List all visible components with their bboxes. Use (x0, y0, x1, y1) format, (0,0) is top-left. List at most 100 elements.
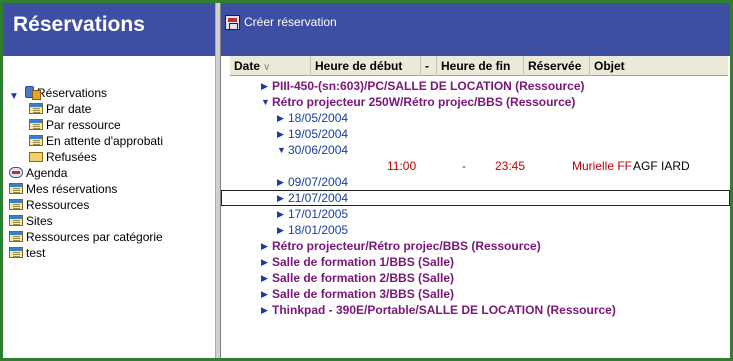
view-icon (9, 215, 23, 226)
agenda-icon (9, 167, 23, 178)
collapsed-triangle-icon[interactable]: ▶ (261, 270, 268, 286)
action-bar: Créer réservation (221, 3, 730, 56)
nav-item[interactable]: ▼ Réservations (3, 85, 215, 101)
date-group-row[interactable]: ▶ 17/01/2005 (221, 206, 730, 222)
nav-item-label: Mes réservations (26, 182, 118, 196)
date-group-label: 18/01/2005 (288, 223, 349, 237)
collapsed-triangle-icon[interactable]: ▶ (277, 174, 284, 190)
resource-category-row[interactable]: ▶ Salle de formation 3/BBS (Salle) (221, 286, 730, 302)
nav-item-label: Ressources par catégorie (26, 230, 163, 244)
app-title: Réservations (3, 3, 215, 56)
folder-icon (29, 152, 43, 162)
create-reservation-button[interactable]: Créer réservation (225, 12, 341, 32)
date-group-row[interactable]: ▶ 18/05/2004 (221, 110, 730, 126)
resource-category-label: PIII-450-(sn:603)/PC/SALLE DE LOCATION (… (272, 79, 585, 93)
column-header-start[interactable]: Heure de début (311, 56, 421, 76)
column-header-end[interactable]: Heure de fin (437, 56, 524, 76)
date-group-label: 19/05/2004 (288, 127, 349, 141)
column-header-end-label: Heure de fin (441, 59, 511, 73)
end-time-cell: 23:45 (495, 159, 526, 173)
collapsed-triangle-icon[interactable]: ▶ (261, 238, 268, 254)
app-window: Réservations ▼ Réservations Par date Par re… (0, 0, 733, 361)
navigator-pane: Réservations ▼ Réservations Par date Par re… (3, 3, 215, 358)
date-group-row[interactable]: ▶ 19/05/2004 (221, 126, 730, 142)
date-group-label: 21/07/2004 (288, 191, 349, 205)
nav-item[interactable]: Ressources par catégorie (3, 229, 215, 245)
view-icon (9, 199, 23, 210)
nav-item[interactable]: Mes réservations (3, 181, 215, 197)
expanded-triangle-icon[interactable]: ▼ (277, 142, 286, 158)
reserved-by-cell: Murielle FF (572, 159, 633, 173)
nav-item[interactable]: Par ressource (3, 117, 215, 133)
column-header-start-label: Heure de début (315, 59, 403, 73)
column-header-date[interactable]: Date ∨ (230, 56, 311, 76)
nav-item-label: En attente d'approbati (46, 134, 164, 148)
nav-item-label: Par ressource (46, 118, 121, 132)
nav-item[interactable]: Ressources (3, 197, 215, 213)
expanded-triangle-icon[interactable]: ▼ (9, 89, 19, 101)
column-header-object[interactable]: Objet (590, 56, 728, 76)
resource-category-label: Rétro projecteur/Rétro projec/BBS (Resso… (272, 239, 541, 253)
nav-item[interactable]: Agenda (3, 165, 215, 181)
nav-item-label: Par date (46, 102, 92, 116)
nav-item-label: Refusées (46, 150, 97, 164)
resource-category-row[interactable]: ▶ PIII-450-(sn:603)/PC/SALLE DE LOCATION … (221, 78, 730, 94)
resource-category-label: Rétro projecteur 250W/Rétro projec/BBS (… (272, 95, 576, 109)
resource-category-row[interactable]: ▶ Rétro projecteur/Rétro projec/BBS (Ress… (221, 238, 730, 254)
nav-item[interactable]: Par date (3, 101, 215, 117)
date-group-row[interactable]: ▼ 30/06/2004 (221, 142, 730, 158)
collapsed-triangle-icon[interactable]: ▶ (261, 302, 268, 318)
collapsed-triangle-icon[interactable]: ▶ (277, 222, 284, 238)
resource-category-row[interactable]: ▶ Salle de formation 2/BBS (Salle) (221, 270, 730, 286)
create-reservation-label: Créer réservation (244, 15, 337, 29)
nav-item-label: Sites (26, 214, 53, 228)
navigator-tree: ▼ Réservations Par date Par ressource En att… (3, 85, 215, 261)
date-group-row[interactable]: ▶ 09/07/2004 (221, 174, 730, 190)
column-header-date-label: Date (234, 59, 261, 73)
reservation-entry-row[interactable]: 11:00 - 23:45 Murielle FF AGF IARD (221, 158, 730, 174)
collapsed-triangle-icon[interactable]: ▶ (277, 126, 284, 142)
expanded-triangle-icon[interactable]: ▼ (261, 94, 270, 110)
date-group-label: 18/05/2004 (288, 111, 349, 125)
date-group-row[interactable]: ▶ 18/01/2005 (221, 222, 730, 238)
collapsed-triangle-icon[interactable]: ▶ (277, 206, 284, 222)
date-group-label: 30/06/2004 (288, 143, 349, 157)
collapsed-triangle-icon[interactable]: ▶ (261, 254, 268, 270)
view-icon (29, 103, 43, 114)
view-icon (29, 135, 43, 146)
nav-item[interactable]: En attente d'approbati (3, 133, 215, 149)
nav-item[interactable]: Sites (3, 213, 215, 229)
nav-item[interactable]: test (3, 245, 215, 261)
column-header-row: Date ∨ Heure de début - Heure de fin Rése… (230, 56, 728, 76)
nav-item[interactable]: Refusées (3, 149, 215, 165)
view-pane: Créer réservation Date ∨ Heure de début -… (221, 3, 730, 358)
date-group-label: 17/01/2005 (288, 207, 349, 221)
collapsed-triangle-icon[interactable]: ▶ (277, 190, 284, 206)
collapsed-triangle-icon[interactable]: ▶ (261, 78, 268, 94)
resource-category-label: Salle de formation 3/BBS (Salle) (272, 287, 455, 301)
date-group-row[interactable]: ▶ 21/07/2004 (221, 190, 730, 206)
column-header-dash-label: - (425, 59, 429, 73)
nav-item-label: Réservations (37, 86, 108, 100)
sort-down-icon: ∨ (263, 62, 271, 73)
column-header-reserved[interactable]: Réservée (524, 56, 590, 76)
collapsed-triangle-icon[interactable]: ▶ (277, 110, 284, 126)
view-icon (9, 183, 23, 194)
resource-category-label: Salle de formation 1/BBS (Salle) (272, 255, 455, 269)
resource-category-row[interactable]: ▶ Thinkpad - 390E/Portable/SALLE DE LOCAT… (221, 302, 730, 318)
view-icon (9, 247, 23, 258)
column-header-object-label: Objet (594, 59, 625, 73)
resource-category-label: Thinkpad - 390E/Portable/SALLE DE LOCATI… (272, 303, 616, 317)
date-group-label: 09/07/2004 (288, 175, 349, 189)
calendar-icon (225, 14, 240, 30)
object-cell: AGF IARD (633, 159, 690, 173)
database-icon (25, 86, 41, 100)
resource-category-label: Salle de formation 2/BBS (Salle) (272, 271, 455, 285)
column-header-dash: - (421, 56, 437, 76)
nav-item-label: Agenda (26, 166, 68, 180)
dash-cell: - (462, 159, 466, 173)
collapsed-triangle-icon[interactable]: ▶ (261, 286, 268, 302)
resource-category-row[interactable]: ▶ Salle de formation 1/BBS (Salle) (221, 254, 730, 270)
nav-item-label: test (26, 246, 46, 260)
resource-category-row[interactable]: ▼ Rétro projecteur 250W/Rétro projec/BBS … (221, 94, 730, 110)
